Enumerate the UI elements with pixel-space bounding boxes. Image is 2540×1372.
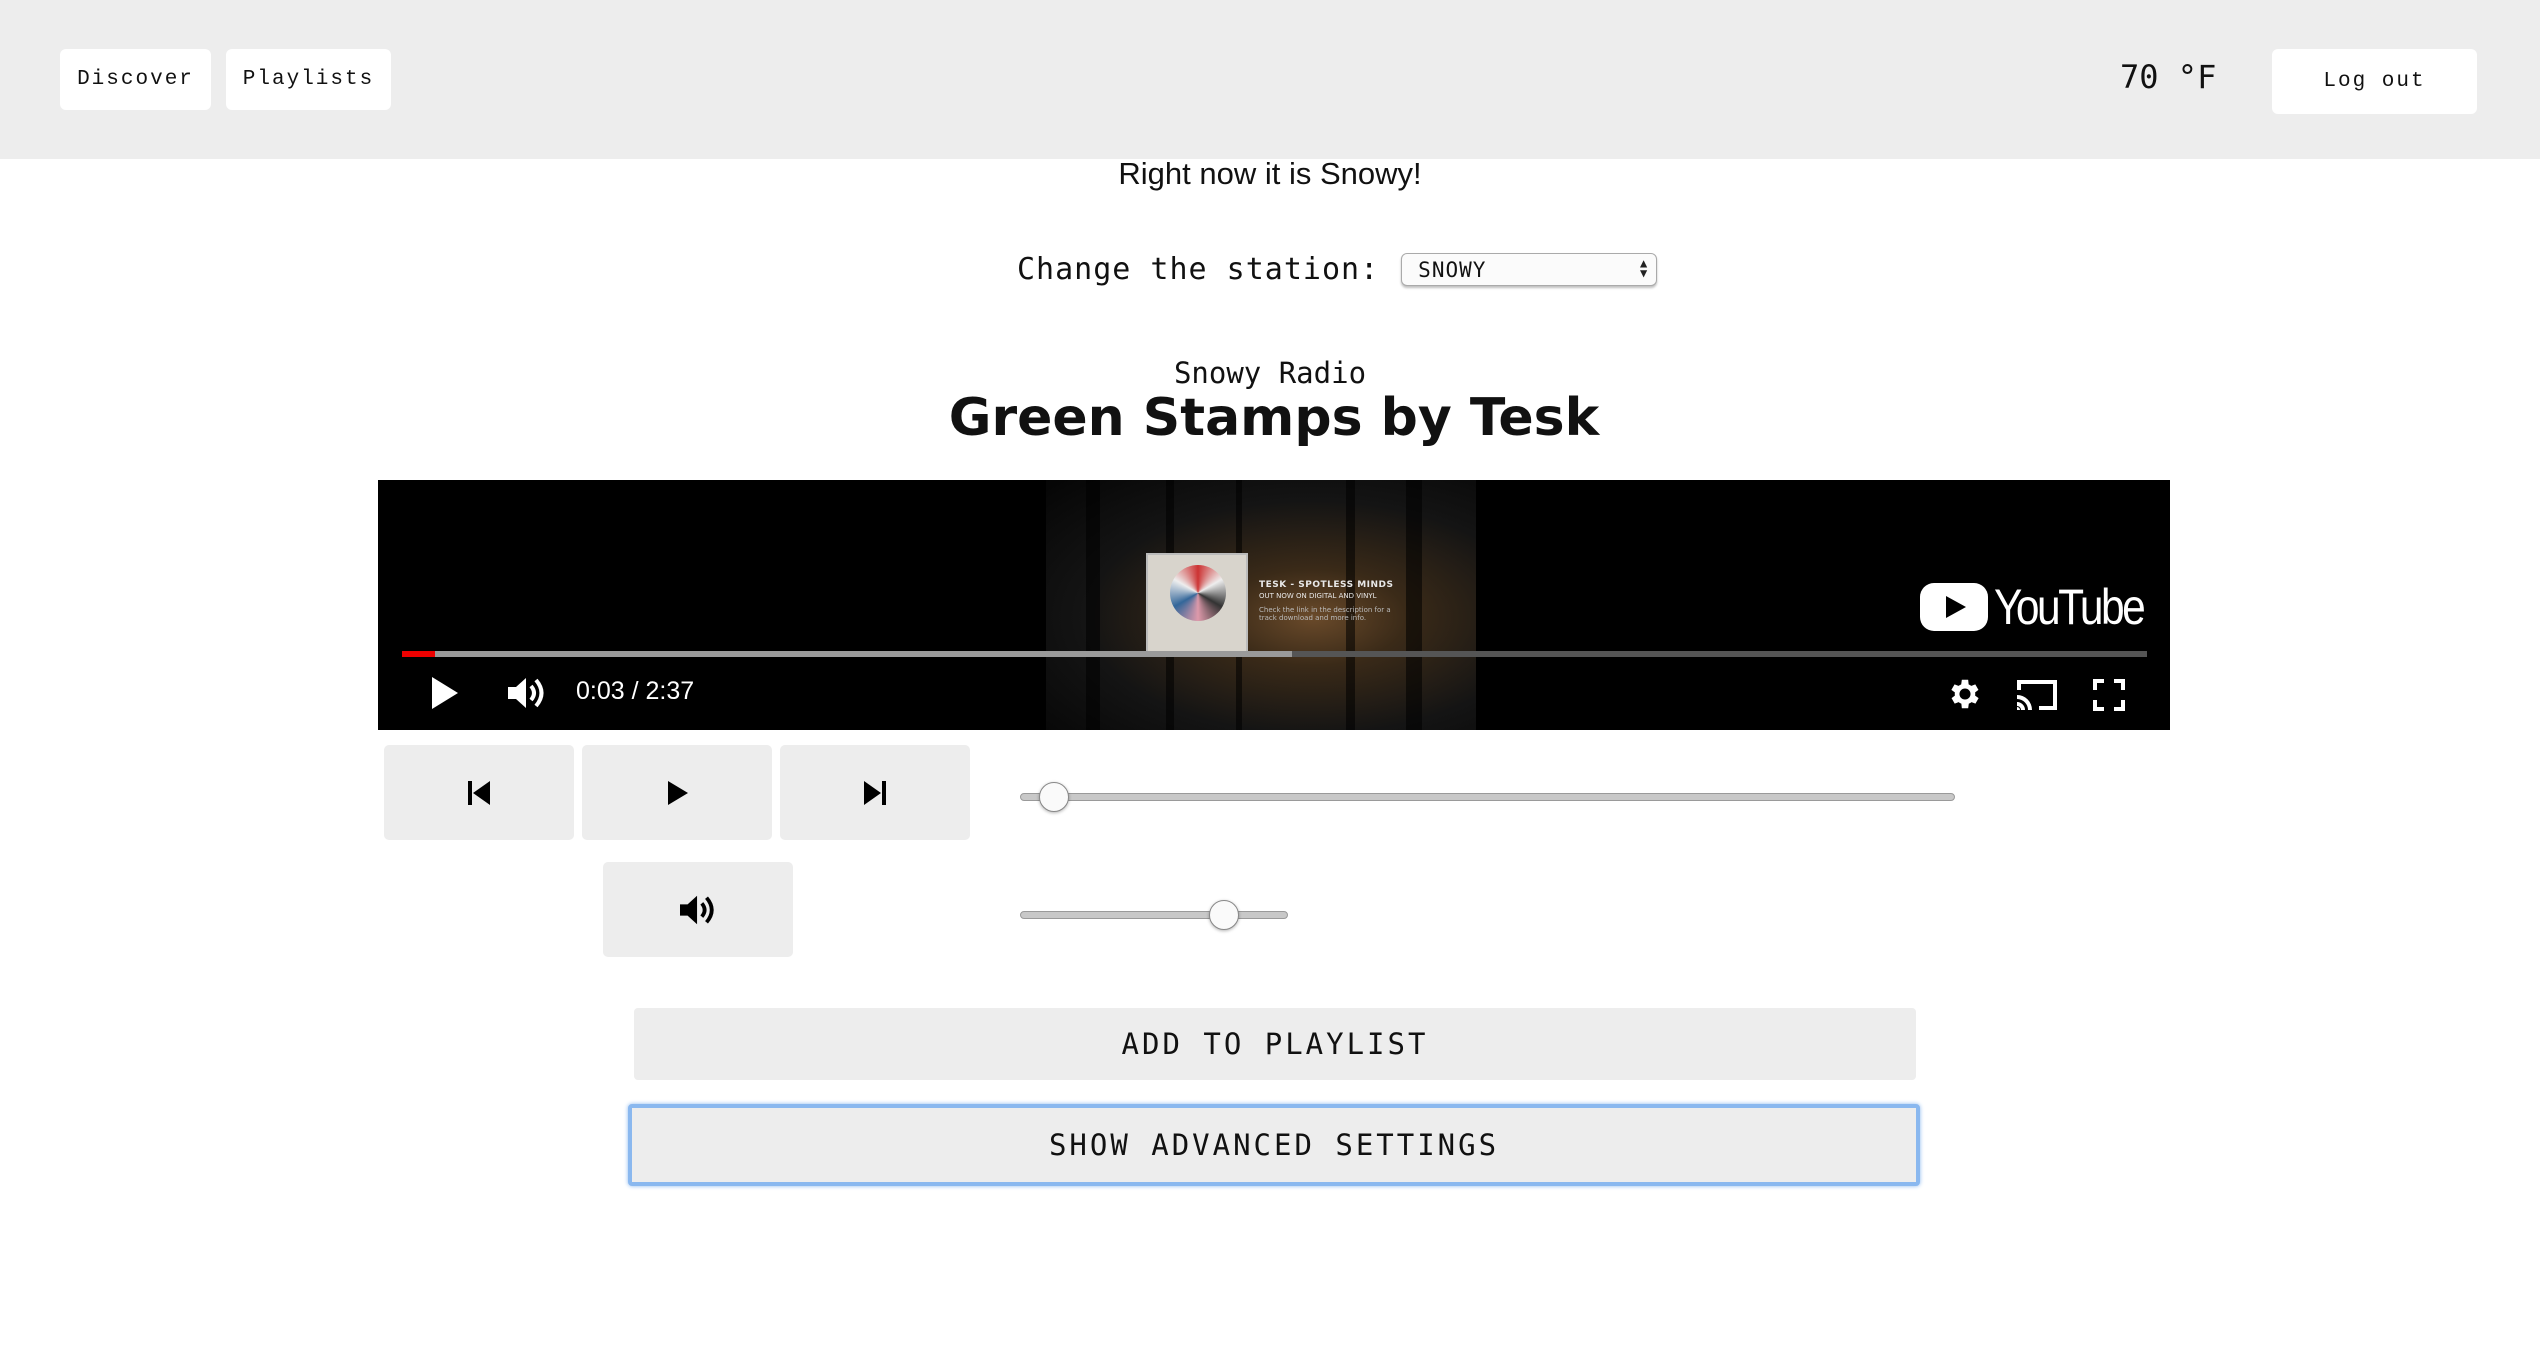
skip-forward-icon: [864, 780, 886, 805]
cast-icon[interactable]: [2013, 676, 2061, 714]
playlists-button[interactable]: Playlists: [226, 49, 391, 110]
mute-button[interactable]: [603, 862, 793, 957]
play-button[interactable]: [582, 745, 772, 840]
station-select-value: SNOWY: [1418, 257, 1487, 282]
settings-gear-icon[interactable]: [1946, 675, 1984, 713]
youtube-logo[interactable]: YouTube: [1920, 578, 2169, 636]
volume-slider-thumb[interactable]: [1209, 900, 1239, 930]
youtube-player[interactable]: TESK - SPOTLESS MINDS OUT NOW ON DIGITAL…: [378, 480, 2170, 730]
discover-button[interactable]: Discover: [60, 49, 211, 110]
logout-button[interactable]: Log out: [2272, 49, 2477, 114]
album-art: [1146, 553, 1248, 653]
previous-track-button[interactable]: [384, 745, 574, 840]
weather-message: Right now it is Snowy!: [1118, 156, 1422, 191]
station-selector-row: Change the station: SNOWY ▲ ▼: [1017, 252, 1658, 287]
promo-title: TESK - SPOTLESS MINDS: [1259, 580, 1394, 590]
station-name: Snowy Radio: [1173, 356, 1367, 390]
temperature-display: 70 °F: [2120, 58, 2217, 96]
video-time: 0:03 / 2:37: [576, 677, 695, 705]
play-icon: [668, 780, 688, 805]
progress-buffered: [402, 651, 1292, 657]
add-to-playlist-button[interactable]: ADD TO PLAYLIST: [634, 1008, 1916, 1080]
progress-played: [402, 651, 435, 657]
volume-icon: [680, 895, 714, 924]
youtube-wordmark: YouTube: [1994, 579, 2146, 635]
seek-slider-track[interactable]: [1020, 793, 1955, 801]
volume-slider-track[interactable]: [1020, 911, 1288, 919]
next-track-button[interactable]: [780, 745, 970, 840]
youtube-play-icon: [1920, 583, 1988, 631]
show-advanced-settings-button[interactable]: SHOW ADVANCED SETTINGS: [628, 1104, 1920, 1186]
song-title: Green Stamps by Tesk: [948, 388, 1600, 448]
seek-slider-thumb[interactable]: [1039, 782, 1069, 812]
video-play-icon[interactable]: [428, 674, 462, 712]
select-arrows-icon: ▲ ▼: [1639, 256, 1649, 280]
promo-subtitle: OUT NOW ON DIGITAL AND VINYL: [1259, 592, 1377, 600]
station-label: Change the station:: [1017, 252, 1380, 287]
top-nav-bar: Discover Playlists 70 °F Log out: [0, 0, 2540, 159]
station-select[interactable]: SNOWY ▲ ▼: [1401, 253, 1658, 286]
video-progress-bar[interactable]: [402, 651, 2147, 657]
fullscreen-icon[interactable]: [2090, 676, 2128, 714]
promo-note: Check the link in the description for a …: [1259, 606, 1391, 622]
video-volume-icon[interactable]: [506, 674, 548, 712]
video-promo-text: TESK - SPOTLESS MINDS OUT NOW ON DIGITAL…: [1259, 580, 1399, 622]
skip-back-icon: [468, 780, 490, 805]
